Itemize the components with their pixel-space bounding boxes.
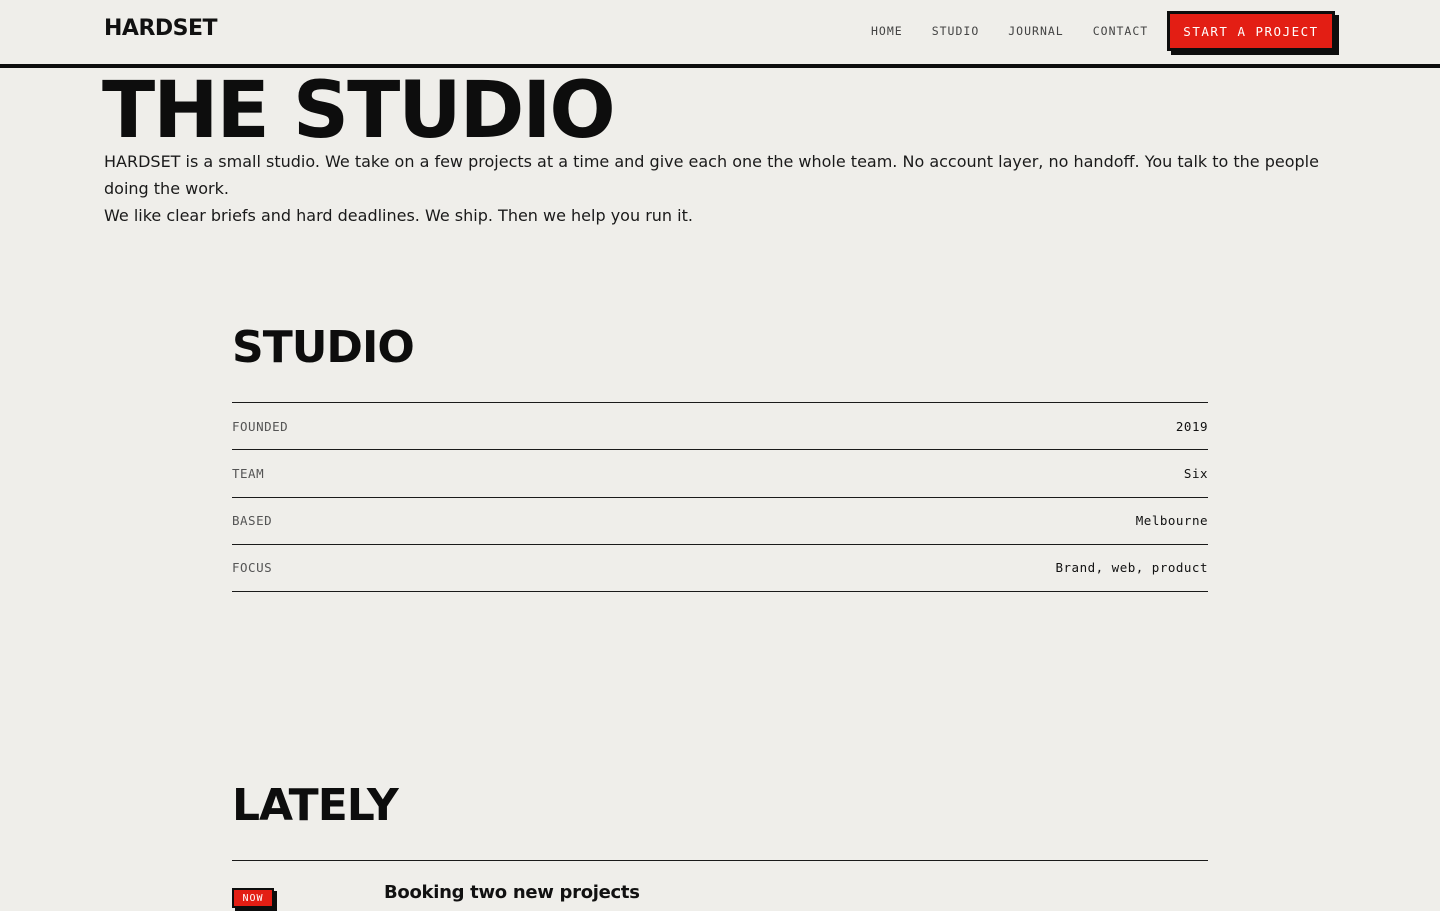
fact-label: TEAM bbox=[232, 465, 265, 481]
fact-row-team: TEAM Six bbox=[232, 450, 1208, 498]
site-logo[interactable]: HARDSET bbox=[104, 16, 218, 41]
fact-value: Melbourne bbox=[1135, 513, 1208, 529]
fact-label: FOUNDED bbox=[232, 418, 289, 434]
news-badge: NOW bbox=[232, 888, 274, 908]
nav-link-contact[interactable]: CONTACT bbox=[1093, 24, 1148, 38]
fact-row-founded: FOUNDED 2019 bbox=[232, 403, 1208, 451]
lately-divider bbox=[232, 860, 1208, 861]
intro-paragraph: We like clear briefs and hard deadlines.… bbox=[104, 206, 693, 225]
main-nav: HOME STUDIO JOURNAL CONTACT bbox=[871, 24, 1177, 38]
nav-link-journal[interactable]: JOURNAL bbox=[1008, 24, 1063, 38]
lately-section-title: LATELY bbox=[232, 780, 399, 831]
nav-link-studio[interactable]: STUDIO bbox=[932, 24, 980, 38]
page-title: THE STUDIO bbox=[102, 66, 616, 156]
site-header: HARDSET HOME STUDIO JOURNAL CONTACT STAR… bbox=[0, 0, 1440, 68]
nav-link-home[interactable]: HOME bbox=[871, 24, 903, 38]
fact-row-based: BASED Melbourne bbox=[232, 498, 1208, 545]
fact-value: 2019 bbox=[1175, 418, 1208, 434]
intro-paragraph: HARDSET is a small studio. We take on a … bbox=[104, 152, 1319, 198]
fact-label: BASED bbox=[232, 513, 273, 529]
start-project-button[interactable]: START A PROJECT bbox=[1167, 11, 1335, 51]
fact-row-focus: FOCUS Brand, web, product bbox=[232, 545, 1208, 592]
studio-section-title: STUDIO bbox=[232, 322, 415, 373]
studio-facts-list: FOUNDED 2019 TEAM Six BASED Melbourne FO… bbox=[232, 402, 1208, 592]
intro-text: HARDSET is a small studio. We take on a … bbox=[104, 148, 1344, 229]
fact-label: FOCUS bbox=[232, 560, 273, 576]
fact-value: Six bbox=[1183, 465, 1208, 481]
fact-value: Brand, web, product bbox=[1055, 560, 1208, 576]
